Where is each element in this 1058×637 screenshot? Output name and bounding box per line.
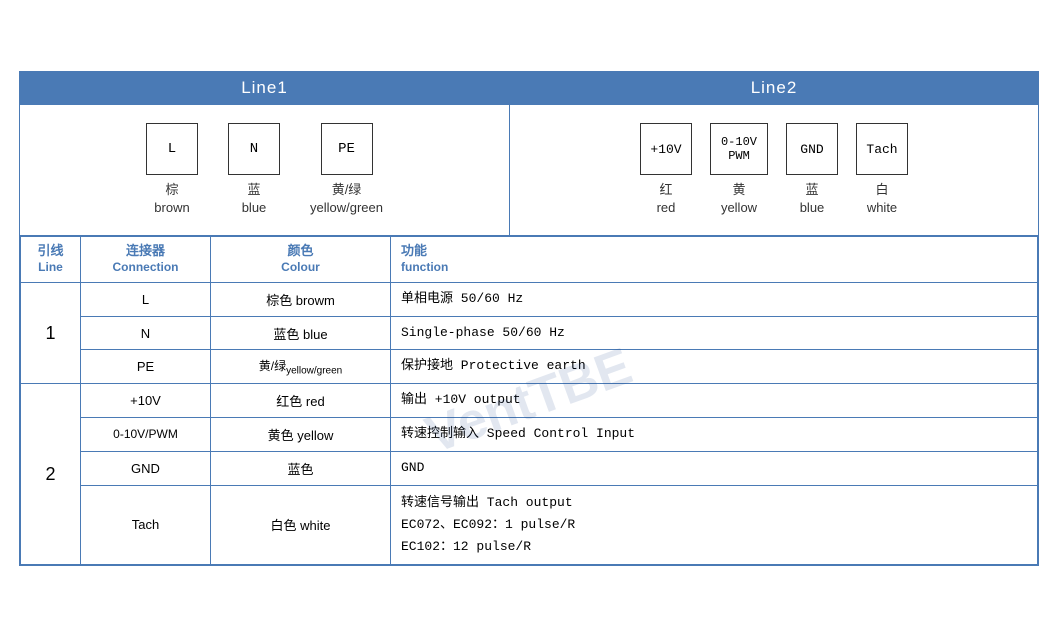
func-L-cell: 单相电源 50/60 Hz <box>391 282 1038 316</box>
connector-L: L 棕brown <box>146 123 198 217</box>
conn-pwm-cell: 0-10V/PWM <box>81 418 211 452</box>
connector-label-pwm: 黄yellow <box>721 181 757 217</box>
table-row: N 蓝色 blue Single-phase 50/60 Hz <box>21 316 1038 350</box>
connector-label-gnd: 蓝blue <box>800 181 825 217</box>
func-10v-cell: 输出 +10V output <box>391 384 1038 418</box>
connector-label-PE: 黄/绿yellow/green <box>310 181 383 217</box>
line-1-cell: 1 <box>21 282 81 383</box>
connector-pwm: 0-10VPWM 黄yellow <box>710 123 768 217</box>
connector-box-PE: PE <box>321 123 373 175</box>
table-wrapper: VentTBE 引线 Line 连接器 Connection 颜色 Colour <box>20 236 1038 565</box>
colour-gnd-cell: 蓝色 <box>211 451 391 485</box>
func-pwm-cell: 转速控制输入 Speed Control Input <box>391 418 1038 452</box>
conn-gnd-cell: GND <box>81 451 211 485</box>
table-row: 0-10V/PWM 黄色 yellow 转速控制输入 Speed Control… <box>21 418 1038 452</box>
connector-tach: Tach 白white <box>856 123 908 217</box>
header-row: Line1 Line2 <box>20 72 1038 105</box>
connector-10v: +10V 红red <box>640 123 692 217</box>
func-N-cell: Single-phase 50/60 Hz <box>391 316 1038 350</box>
colour-PE-cell: 黄/绿yellow/green <box>211 350 391 384</box>
func-gnd-cell: GND <box>391 451 1038 485</box>
header-line2: Line2 <box>510 72 1038 104</box>
table-row: Tach 白色 white 转速信号输出 Tach output EC072、E… <box>21 485 1038 564</box>
col-header-line: 引线 Line <box>21 237 81 282</box>
connector-N: N 蓝blue <box>228 123 280 217</box>
table-header-row: 引线 Line 连接器 Connection 颜色 Colour 功能 func… <box>21 237 1038 282</box>
diagram-row: L 棕brown N 蓝blue PE 黄/绿yellow/green +10V… <box>20 105 1038 236</box>
connector-box-10v: +10V <box>640 123 692 175</box>
colour-10v-cell: 红色 red <box>211 384 391 418</box>
col-header-function: 功能 function <box>391 237 1038 282</box>
connector-box-N: N <box>228 123 280 175</box>
colour-tach-cell: 白色 white <box>211 485 391 564</box>
table-row: PE 黄/绿yellow/green 保护接地 Protective earth <box>21 350 1038 384</box>
colour-N-cell: 蓝色 blue <box>211 316 391 350</box>
table-row: 1 L 棕色 browm 单相电源 50/60 Hz <box>21 282 1038 316</box>
col-header-colour: 颜色 Colour <box>211 237 391 282</box>
connector-box-gnd: GND <box>786 123 838 175</box>
conn-tach-cell: Tach <box>81 485 211 564</box>
connector-label-tach: 白white <box>867 181 897 217</box>
connector-gnd: GND 蓝blue <box>786 123 838 217</box>
colour-pwm-cell: 黄色 yellow <box>211 418 391 452</box>
connector-label-N: 蓝blue <box>242 181 267 217</box>
connector-label-10v: 红red <box>657 181 676 217</box>
connector-box-tach: Tach <box>856 123 908 175</box>
connector-PE: PE 黄/绿yellow/green <box>310 123 383 217</box>
connector-box-L: L <box>146 123 198 175</box>
conn-N-cell: N <box>81 316 211 350</box>
func-PE-cell: 保护接地 Protective earth <box>391 350 1038 384</box>
header-line1: Line1 <box>20 72 510 104</box>
table-row: GND 蓝色 GND <box>21 451 1038 485</box>
diagram-line2: +10V 红red 0-10VPWM 黄yellow GND 蓝blue Tac… <box>510 105 1038 235</box>
connector-box-pwm: 0-10VPWM <box>710 123 768 175</box>
table-row: 2 +10V 红色 red 输出 +10V output <box>21 384 1038 418</box>
line-2-cell: 2 <box>21 384 81 565</box>
func-tach-cell: 转速信号输出 Tach output EC072、EC092：1 pulse/R… <box>391 485 1038 564</box>
diagram-line1: L 棕brown N 蓝blue PE 黄/绿yellow/green <box>20 105 510 235</box>
conn-10v-cell: +10V <box>81 384 211 418</box>
col-header-connection: 连接器 Connection <box>81 237 211 282</box>
data-table: 引线 Line 连接器 Connection 颜色 Colour 功能 func… <box>20 236 1038 565</box>
conn-PE-cell: PE <box>81 350 211 384</box>
connector-label-L: 棕brown <box>154 181 189 217</box>
colour-L-cell: 棕色 browm <box>211 282 391 316</box>
main-container: Line1 Line2 L 棕brown N 蓝blue PE 黄/绿yello… <box>19 71 1039 566</box>
conn-L-cell: L <box>81 282 211 316</box>
